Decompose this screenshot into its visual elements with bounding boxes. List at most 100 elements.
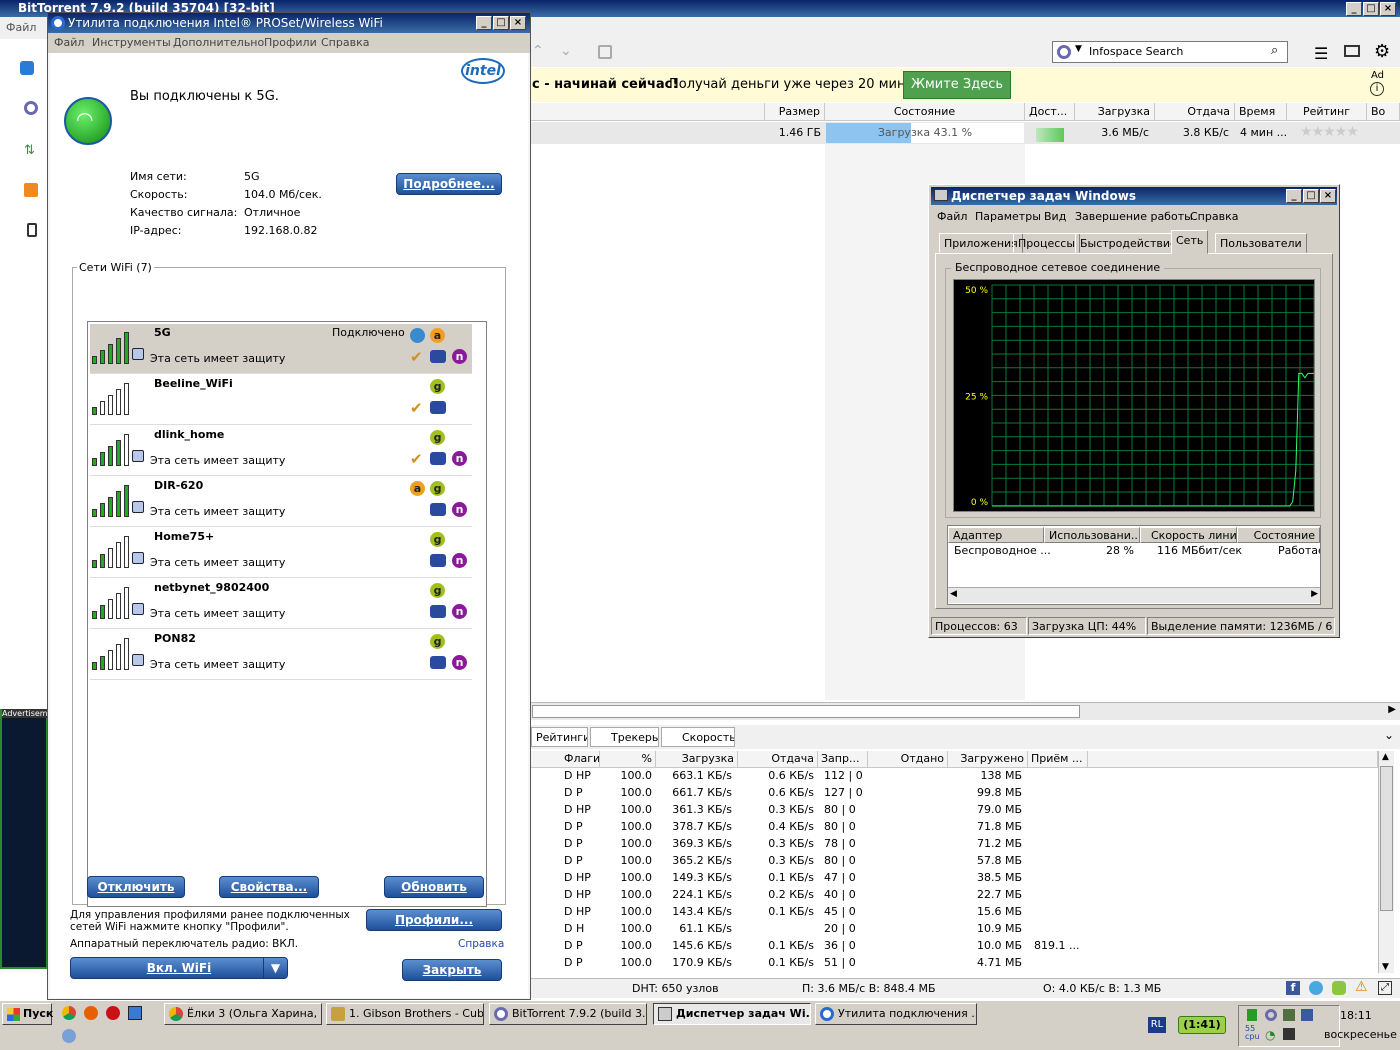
chevron-up-icon[interactable]: ⌃ (532, 43, 544, 59)
adapter-col-usage[interactable]: Использовани... (1044, 527, 1140, 543)
table-row[interactable]: D HP 100.0 224.1 КБ/s 0.2 КБ/s 40 | 0 22.7 МБ (528, 887, 1378, 904)
col-header-down[interactable]: Загрузка (1075, 103, 1155, 121)
advertisement-banner[interactable]: Advertisement (0, 709, 61, 969)
menu-tools[interactable]: Инструменты (92, 36, 171, 49)
expand-icon[interactable]: ⤢ (1378, 981, 1392, 995)
scroll-down-icon[interactable]: ▼ (1382, 962, 1389, 972)
profiles-button[interactable]: Профили... (366, 909, 502, 931)
horizontal-scrollbar[interactable]: ▶ (528, 702, 1400, 720)
tray-app-icon[interactable] (1283, 1009, 1295, 1021)
rss-icon[interactable] (24, 183, 38, 197)
tray-app-icon[interactable] (1301, 1009, 1313, 1021)
scroll-thumb[interactable] (1380, 766, 1393, 911)
search-provider-icon[interactable] (1057, 45, 1071, 59)
adapter-col-adapter[interactable]: Адаптер (948, 527, 1044, 543)
bittorrent-tray-icon[interactable] (1265, 1009, 1277, 1021)
timer-badge[interactable]: (1:41) (1178, 1016, 1226, 1034)
minimize-button[interactable]: _ (1346, 2, 1362, 16)
help-link[interactable]: Справка (458, 938, 504, 950)
rating-stars[interactable]: ★★★★★ (1300, 124, 1359, 140)
bittorrent-icon[interactable] (24, 101, 38, 115)
warning-icon[interactable]: ⚠ (1355, 979, 1368, 995)
monitor-icon[interactable] (1344, 45, 1360, 57)
wifi-network-item[interactable]: DIR-620 Эта сеть имеет защиту a g n (90, 477, 472, 527)
tab-users[interactable]: Пользователи (1215, 233, 1307, 253)
scroll-left-icon[interactable]: ◀ (950, 589, 957, 599)
user-icon[interactable] (62, 1029, 76, 1043)
opera-icon[interactable] (106, 1006, 120, 1020)
col-header-status[interactable]: Состояние (825, 103, 1025, 121)
network-tray-icon[interactable] (1247, 1009, 1257, 1021)
table-row[interactable]: D HP 100.0 361.3 КБ/s 0.3 КБ/s 80 | 0 79.0 МБ (528, 802, 1378, 819)
maximize-button[interactable]: □ (493, 16, 509, 30)
col-header-size[interactable]: Размер (765, 103, 825, 121)
torrents-icon[interactable] (20, 61, 34, 75)
adapter-col-speed[interactable]: Скорость линии (1140, 527, 1237, 543)
wifi-on-button[interactable]: Вкл. WiFi ▼ (70, 957, 288, 979)
tab-network[interactable]: Сеть (1171, 230, 1209, 254)
twitter-icon[interactable] (1309, 981, 1323, 995)
minimize-button[interactable]: _ (476, 16, 492, 30)
tab-trackers[interactable]: Трекеры (590, 727, 659, 747)
cpu-meter[interactable]: 55 cpu (1245, 1025, 1260, 1041)
device-icon[interactable] (27, 223, 37, 237)
table-row[interactable]: D H 100.0 61.1 КБ/s 20 | 0 10.9 МБ (528, 921, 1378, 938)
menu-file[interactable]: Файл (54, 36, 84, 49)
menu-help[interactable]: Справка (1190, 210, 1238, 223)
scroll-right-icon[interactable]: ▶ (1388, 704, 1396, 715)
close-button[interactable]: × (1320, 189, 1336, 203)
details-button[interactable]: Подробнее... (396, 173, 502, 195)
taskbar-item-taskmanager[interactable]: Диспетчер задач Wi... (653, 1003, 811, 1025)
col-header-rating[interactable]: Рейтинг (1287, 103, 1367, 121)
table-row[interactable]: D P 100.0 365.2 КБ/s 0.3 КБ/s 80 | 0 57.8 МБ (528, 853, 1378, 870)
peer-col-down[interactable]: Загрузка (656, 751, 738, 768)
tab-ratings[interactable]: Рейтинги (531, 727, 588, 747)
info-icon[interactable]: i (1370, 82, 1384, 96)
close-button[interactable]: × (510, 16, 526, 30)
chevron-down-icon[interactable]: ▼ (263, 958, 287, 978)
scroll-right-icon[interactable]: ▶ (1311, 589, 1318, 599)
wifi-network-item[interactable]: Home75+ Эта сеть имеет защиту g n (90, 528, 472, 578)
wifi-network-item[interactable]: dlink_home Эта сеть имеет защиту g ✔ n (90, 426, 472, 476)
menu-options[interactable]: Параметры (975, 210, 1041, 223)
unlock-icon[interactable] (598, 45, 612, 59)
col-header-time[interactable]: Время (1235, 103, 1287, 121)
col-header-avail[interactable]: Дост... (1025, 103, 1075, 121)
wifi-network-item[interactable]: netbynet_9802400 Эта сеть имеет защиту g n (90, 579, 472, 629)
col-header-extra[interactable]: Во (1367, 103, 1400, 121)
table-row[interactable]: D P 100.0 369.3 КБ/s 0.3 КБ/s 78 | 0 71.2 МБ (528, 836, 1378, 853)
properties-button[interactable]: Свойства... (219, 876, 319, 898)
peer-col-pct[interactable]: % (600, 751, 656, 768)
wifi-network-item[interactable]: 5G Подключено Эта сеть имеет защиту a ✔ n (90, 324, 472, 374)
maximize-button[interactable]: □ (1303, 189, 1319, 203)
adapter-col-state[interactable]: Состояние (1237, 527, 1320, 543)
menu-file[interactable]: Файл (6, 21, 36, 34)
taskbar-item-bittorrent[interactable]: BitTorrent 7.9.2 (build 3... (489, 1003, 647, 1025)
peer-col-received[interactable]: Загружено (948, 751, 1028, 768)
search-icon[interactable]: ⌕ (1271, 43, 1278, 58)
peer-col-blank[interactable] (1088, 751, 1378, 768)
table-row[interactable]: D HP 100.0 149.3 КБ/s 0.1 КБ/s 47 | 0 38.5 МБ (528, 870, 1378, 887)
search-input[interactable]: Infospace Search ▼ ⌕ (1052, 41, 1288, 63)
col-header-up[interactable]: Отдача (1155, 103, 1235, 121)
peer-col-up[interactable]: Отдача (738, 751, 818, 768)
table-row[interactable]: D HP 100.0 143.4 КБ/s 0.1 КБ/s 45 | 0 15.6 МБ (528, 904, 1378, 921)
peer-col-recv[interactable]: Приём ... (1028, 751, 1088, 768)
volume-icon[interactable] (1283, 1028, 1295, 1040)
close-button[interactable]: × (1380, 2, 1396, 16)
language-indicator[interactable]: RL (1148, 1017, 1166, 1033)
peer-col-req[interactable]: Запр... (818, 751, 868, 768)
transfer-icon[interactable]: ⇅ (24, 143, 35, 158)
collapse-icon[interactable]: ⌄ (1384, 728, 1394, 742)
list-icon[interactable]: ☰ (1314, 44, 1328, 63)
ad-button[interactable]: Жмите Здесь (903, 71, 1011, 99)
taskbar-item-intel[interactable]: Утилита подключения ... (815, 1003, 977, 1025)
tab-processes[interactable]: Процессы (1013, 233, 1081, 253)
taskbar-item-chrome[interactable]: Ёлки 3 (Ольга Харина, ... (164, 1003, 322, 1025)
tab-speed[interactable]: Скорость (661, 727, 735, 747)
android-icon[interactable] (1332, 981, 1346, 995)
peer-col-flags[interactable]: Флаги (528, 751, 600, 768)
start-button[interactable]: Пуск (2, 1003, 53, 1025)
wifi-network-item[interactable]: PON82 Эта сеть имеет защиту g n (90, 630, 472, 680)
facebook-icon[interactable]: f (1286, 981, 1300, 995)
